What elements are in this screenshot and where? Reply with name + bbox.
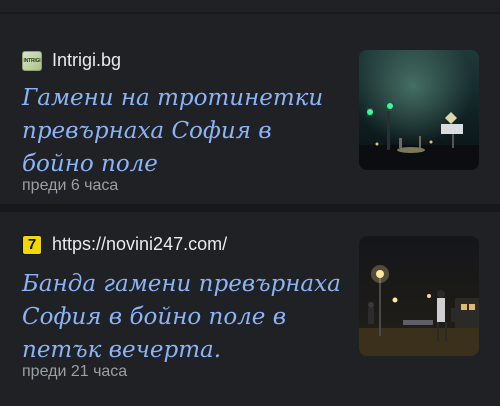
article-thumbnail[interactable]: [359, 236, 479, 356]
source-row: INTRIGI Intrigi.bg: [22, 50, 121, 71]
article-thumbnail[interactable]: [359, 50, 479, 170]
top-divider: [0, 0, 500, 14]
headline-link[interactable]: Гамени на тротинетки превърнаха София в …: [22, 82, 342, 181]
novini247-favicon-icon: 7: [22, 234, 42, 255]
intrigi-favicon-icon: INTRIGI: [22, 50, 42, 71]
news-card[interactable]: INTRIGI Intrigi.bg Гамени на тротинетки …: [0, 14, 500, 204]
headline-link[interactable]: Банда гамени превърнаха София в бойно по…: [22, 268, 342, 367]
favicon-text: 7: [27, 236, 37, 253]
timestamp: преди 6 часа: [22, 177, 119, 194]
favicon-text: INTRIGI: [23, 57, 41, 64]
timestamp: преди 21 часа: [22, 363, 128, 380]
source-name: https://novini247.com/: [52, 234, 228, 254]
source-row: 7 https://novini247.com/: [22, 234, 227, 255]
source-name: Intrigi.bg: [52, 50, 122, 70]
